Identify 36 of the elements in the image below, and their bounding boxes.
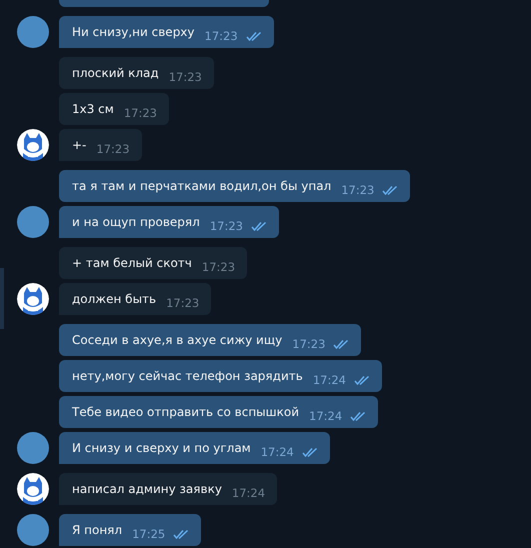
message-time: 17:23 [292, 337, 326, 351]
message-text: нету,могу сейчас телефон зарядить [72, 368, 303, 384]
message-time: 17:24 [260, 445, 294, 459]
message-time: 17:23 [168, 70, 202, 84]
message-text: + там белый скотч [72, 255, 192, 271]
message-text: И снизу и сверху и по углам [72, 440, 251, 456]
message-time: 17:23 [202, 260, 236, 274]
message-text: и на ощуп проверял [72, 214, 200, 230]
message-time: 17:25 [132, 527, 166, 541]
message-text: +- [72, 137, 86, 153]
message-time: 17:24 [232, 486, 266, 500]
message-time: 17:23 [341, 183, 374, 197]
avatar[interactable] [17, 432, 49, 464]
message-text: Я понял [72, 522, 122, 538]
scroll-indicator [0, 268, 4, 329]
avatar[interactable] [17, 514, 49, 546]
cat-avatar-icon[interactable] [17, 283, 49, 315]
message-text: та я там и перчатками водил,он бы упал [72, 178, 332, 194]
cat-avatar-icon[interactable] [17, 129, 49, 161]
avatar[interactable] [17, 206, 49, 238]
message-time: 17:23 [96, 142, 130, 156]
message-text: написал админу заявку [72, 481, 222, 497]
message-time: 17:23 [166, 296, 200, 310]
message-time: 17:24 [312, 373, 346, 387]
message-text: Соседи в ахуе,я в ахуе сижу ищу [72, 332, 282, 348]
message-time: 17:24 [309, 409, 342, 423]
cat-avatar-icon[interactable] [17, 473, 49, 505]
message-text: Ни снизу,ни сверху [72, 24, 195, 40]
message-text: 1х3 см [72, 101, 114, 117]
message-time: 17:23 [124, 106, 157, 120]
message-time: 17:23 [210, 219, 243, 233]
message-text: плоский клад [72, 65, 159, 81]
message-text: должен быть [72, 291, 156, 307]
message-time: 17:23 [204, 29, 238, 43]
message-text: Тебе видео отправить со вспышкой [72, 404, 300, 420]
avatar[interactable] [17, 16, 49, 48]
